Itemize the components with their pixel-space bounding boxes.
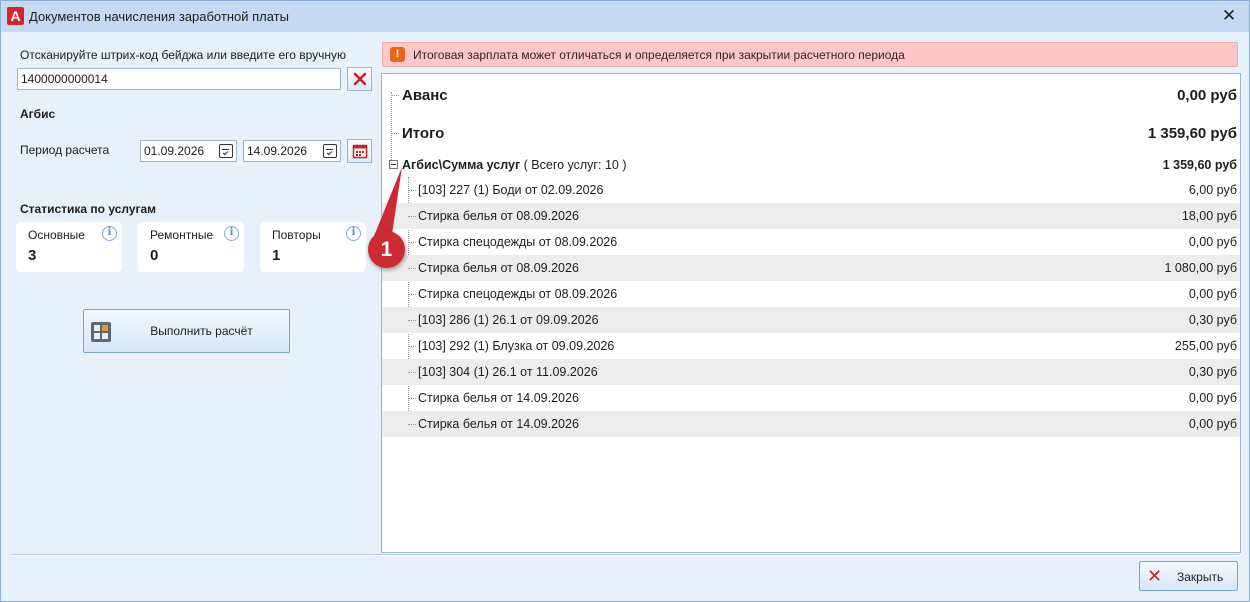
item-name: Стирка белья от 14.09.2026 bbox=[418, 391, 579, 405]
stat-title: Основные bbox=[28, 228, 85, 242]
close-button[interactable]: ✕ Закрыть bbox=[1139, 561, 1238, 591]
item-name: Стирка белья от 14.09.2026 bbox=[418, 417, 579, 431]
item-value: 0,00 руб bbox=[1188, 235, 1237, 249]
group-name: Агбис\Сумма услуг bbox=[402, 158, 521, 172]
info-icon[interactable]: i bbox=[102, 226, 117, 241]
tree-item-row[interactable]: [103] 286 (1) 26.1 от 09.09.2026 0,30 руб bbox=[382, 307, 1240, 333]
item-name: [103] 292 (1) Блузка от 09.09.2026 bbox=[418, 339, 615, 353]
date-from-field[interactable]: 01.09.2026 bbox=[140, 140, 237, 162]
stat-card-main: Основные 3 i bbox=[16, 222, 122, 272]
stat-card-repair: Ремонтные 0 i bbox=[138, 222, 244, 272]
info-icon[interactable]: i bbox=[224, 226, 239, 241]
stat-value: 0 bbox=[150, 247, 159, 264]
tree-item-row[interactable]: [103] 304 (1) 26.1 от 11.09.2026 0,30 руб bbox=[382, 359, 1240, 385]
advance-value: 0,00 руб bbox=[1177, 87, 1237, 104]
barcode-input[interactable]: 1400000000014 bbox=[17, 68, 341, 90]
group-value: 1 359,60 руб bbox=[1162, 158, 1237, 172]
left-panel: Отсканируйте штрих-код бейджа или введит… bbox=[1, 32, 376, 552]
scan-label: Отсканируйте штрих-код бейджа или введит… bbox=[20, 48, 347, 62]
tree-item-row[interactable]: Стирка белья от 08.09.2026 1 080,00 руб bbox=[382, 255, 1240, 281]
item-name: [103] 227 (1) Боди от 02.09.2026 bbox=[418, 183, 604, 197]
item-value: 18,00 руб bbox=[1181, 209, 1237, 223]
date-to-value: 14.09.2026 bbox=[247, 144, 308, 158]
footer-separator bbox=[12, 554, 1240, 556]
window-close-icon[interactable]: ✕ bbox=[1219, 6, 1239, 26]
item-name: Стирка спецодежды от 08.09.2026 bbox=[418, 287, 618, 301]
clear-barcode-button[interactable] bbox=[347, 67, 372, 91]
stat-card-repeats: Повторы 1 i bbox=[260, 222, 366, 272]
item-name: Стирка белья от 08.09.2026 bbox=[418, 209, 579, 223]
item-value: 0,30 руб bbox=[1188, 365, 1237, 379]
date-from-value: 01.09.2026 bbox=[144, 144, 205, 158]
app-logo-icon: A bbox=[7, 7, 24, 25]
group-count: ( Всего услуг: 10 ) bbox=[520, 158, 627, 172]
salary-tree: Аванс 0,00 руб Итого 1 359,60 руб Агбис\… bbox=[381, 73, 1241, 553]
tree-row-group[interactable]: Агбис\Сумма услуг ( Всего услуг: 10 ) 1 … bbox=[382, 154, 1240, 176]
close-icon: ✕ bbox=[1147, 566, 1163, 586]
tree-row-advance[interactable]: Аванс 0,00 руб bbox=[382, 84, 1240, 108]
tree-item-row[interactable]: Стирка спецодежды от 08.09.2026 0,00 руб bbox=[382, 281, 1240, 307]
payroll-documents-window: A Документов начисления заработной платы… bbox=[0, 0, 1250, 602]
item-name: Стирка спецодежды от 08.09.2026 bbox=[418, 235, 618, 249]
total-label: Итого bbox=[402, 125, 445, 142]
item-value: 0,30 руб bbox=[1188, 313, 1237, 327]
item-value: 0,00 руб bbox=[1188, 417, 1237, 431]
item-name: Стирка белья от 08.09.2026 bbox=[418, 261, 579, 275]
item-name: [103] 286 (1) 26.1 от 09.09.2026 bbox=[418, 313, 599, 327]
group-label: Агбис\Сумма услуг ( Всего услуг: 10 ) bbox=[402, 158, 626, 172]
info-icon[interactable]: i bbox=[346, 226, 361, 241]
close-button-label: Закрыть bbox=[1177, 570, 1224, 584]
tree-line bbox=[408, 424, 416, 425]
window-title: Документов начисления заработной платы bbox=[29, 9, 289, 24]
warning-icon: ! bbox=[390, 47, 405, 62]
tree-item-row[interactable]: Стирка белья от 14.09.2026 0,00 руб bbox=[382, 411, 1240, 437]
tree-line bbox=[408, 294, 416, 295]
warning-banner: ! Итоговая зарплата может отличаться и о… bbox=[382, 42, 1238, 67]
title-bar: A Документов начисления заработной платы… bbox=[1, 1, 1249, 32]
calendar-icon[interactable] bbox=[323, 144, 337, 158]
total-value: 1 359,60 руб bbox=[1147, 125, 1237, 142]
stat-title: Повторы bbox=[272, 228, 321, 242]
tree-row-total[interactable]: Итого 1 359,60 руб bbox=[382, 122, 1240, 146]
calendar-red-icon bbox=[352, 144, 367, 159]
period-calendar-button[interactable] bbox=[347, 139, 372, 163]
tree-item-row[interactable]: Стирка белья от 08.09.2026 18,00 руб bbox=[382, 203, 1240, 229]
tree-line bbox=[408, 346, 416, 347]
tree-line bbox=[408, 372, 416, 373]
item-value: 255,00 руб bbox=[1174, 339, 1237, 353]
calculate-button[interactable]: Выполнить расчёт bbox=[83, 309, 290, 353]
stat-value: 3 bbox=[28, 247, 37, 264]
clear-x-icon bbox=[353, 72, 366, 86]
date-to-field[interactable]: 14.09.2026 bbox=[243, 140, 341, 162]
calendar-icon[interactable] bbox=[219, 144, 233, 158]
tree-line bbox=[408, 398, 416, 399]
tree-item-row[interactable]: Стирка белья от 14.09.2026 0,00 руб bbox=[382, 385, 1240, 411]
calculate-button-label: Выполнить расчёт bbox=[150, 324, 253, 338]
warning-text: Итоговая зарплата может отличаться и опр… bbox=[413, 48, 905, 62]
tree-line bbox=[408, 320, 416, 321]
item-value: 6,00 руб bbox=[1188, 183, 1237, 197]
callout-badge: 1 bbox=[368, 231, 405, 268]
tree-item-row[interactable]: [103] 227 (1) Боди от 02.09.2026 6,00 руб bbox=[382, 177, 1240, 203]
item-value: 1 080,00 руб bbox=[1164, 261, 1238, 275]
stat-value: 1 bbox=[272, 247, 281, 264]
stats-title: Статистика по услугам bbox=[20, 202, 157, 216]
employee-name: Агбис bbox=[20, 107, 56, 121]
stat-title: Ремонтные bbox=[150, 228, 214, 242]
period-label: Период расчета bbox=[20, 143, 110, 157]
item-value: 0,00 руб bbox=[1188, 391, 1237, 405]
advance-label: Аванс bbox=[402, 87, 448, 104]
item-name: [103] 304 (1) 26.1 от 11.09.2026 bbox=[418, 365, 598, 379]
tree-item-row[interactable]: Стирка спецодежды от 08.09.2026 0,00 руб bbox=[382, 229, 1240, 255]
item-value: 0,00 руб bbox=[1188, 287, 1237, 301]
tree-item-row[interactable]: [103] 292 (1) Блузка от 09.09.2026 255,00… bbox=[382, 333, 1240, 359]
